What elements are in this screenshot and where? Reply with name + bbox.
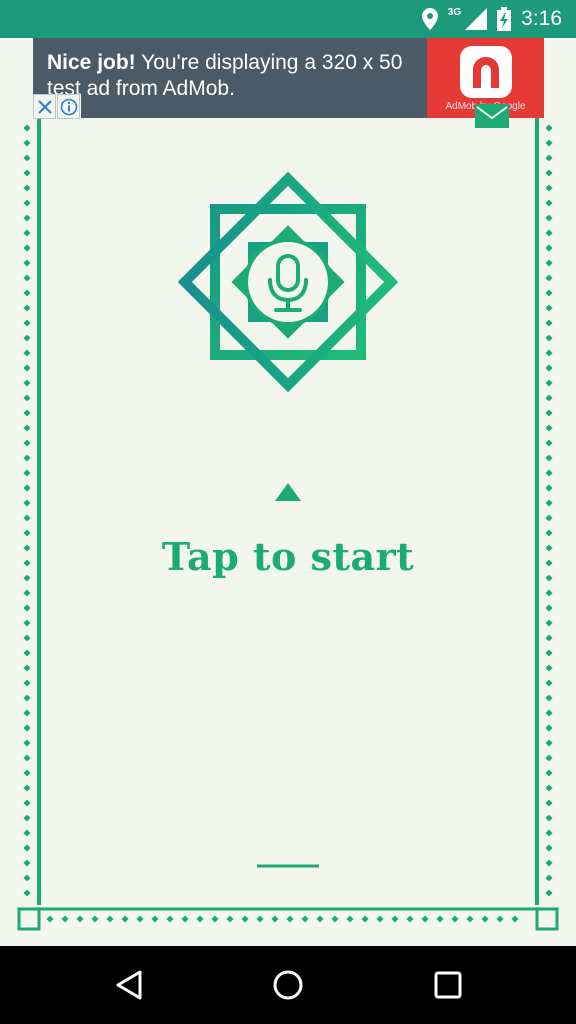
frame-dots-left (23, 124, 31, 897)
ad-headline: Nice job! (47, 51, 136, 74)
home-icon[interactable] (272, 969, 304, 1001)
frame-corner-right (535, 907, 559, 931)
frame-dots-bottom (46, 915, 519, 923)
admob-icon (460, 46, 512, 98)
navigation-bar (0, 946, 576, 1024)
close-icon (37, 99, 52, 114)
decorative-frame (17, 118, 559, 931)
frame-corner-left (17, 907, 41, 931)
envelope-icon (475, 104, 509, 128)
info-icon (60, 98, 77, 115)
frame-dots-right (545, 124, 553, 897)
recents-icon[interactable] (434, 971, 462, 999)
back-icon[interactable] (114, 969, 144, 1001)
ad-banner[interactable]: Nice job! You're displaying a 320 x 50 t… (33, 38, 544, 118)
tap-to-start-label[interactable]: Tap to start (0, 534, 576, 579)
ad-controls (33, 94, 81, 119)
ad-close-button[interactable] (33, 94, 56, 119)
ad-text: Nice job! You're displaying a 320 x 50 t… (47, 50, 427, 102)
triangle-up-icon (275, 483, 301, 501)
ad-info-button[interactable] (57, 94, 80, 119)
mic-emblem-button[interactable] (178, 172, 398, 392)
